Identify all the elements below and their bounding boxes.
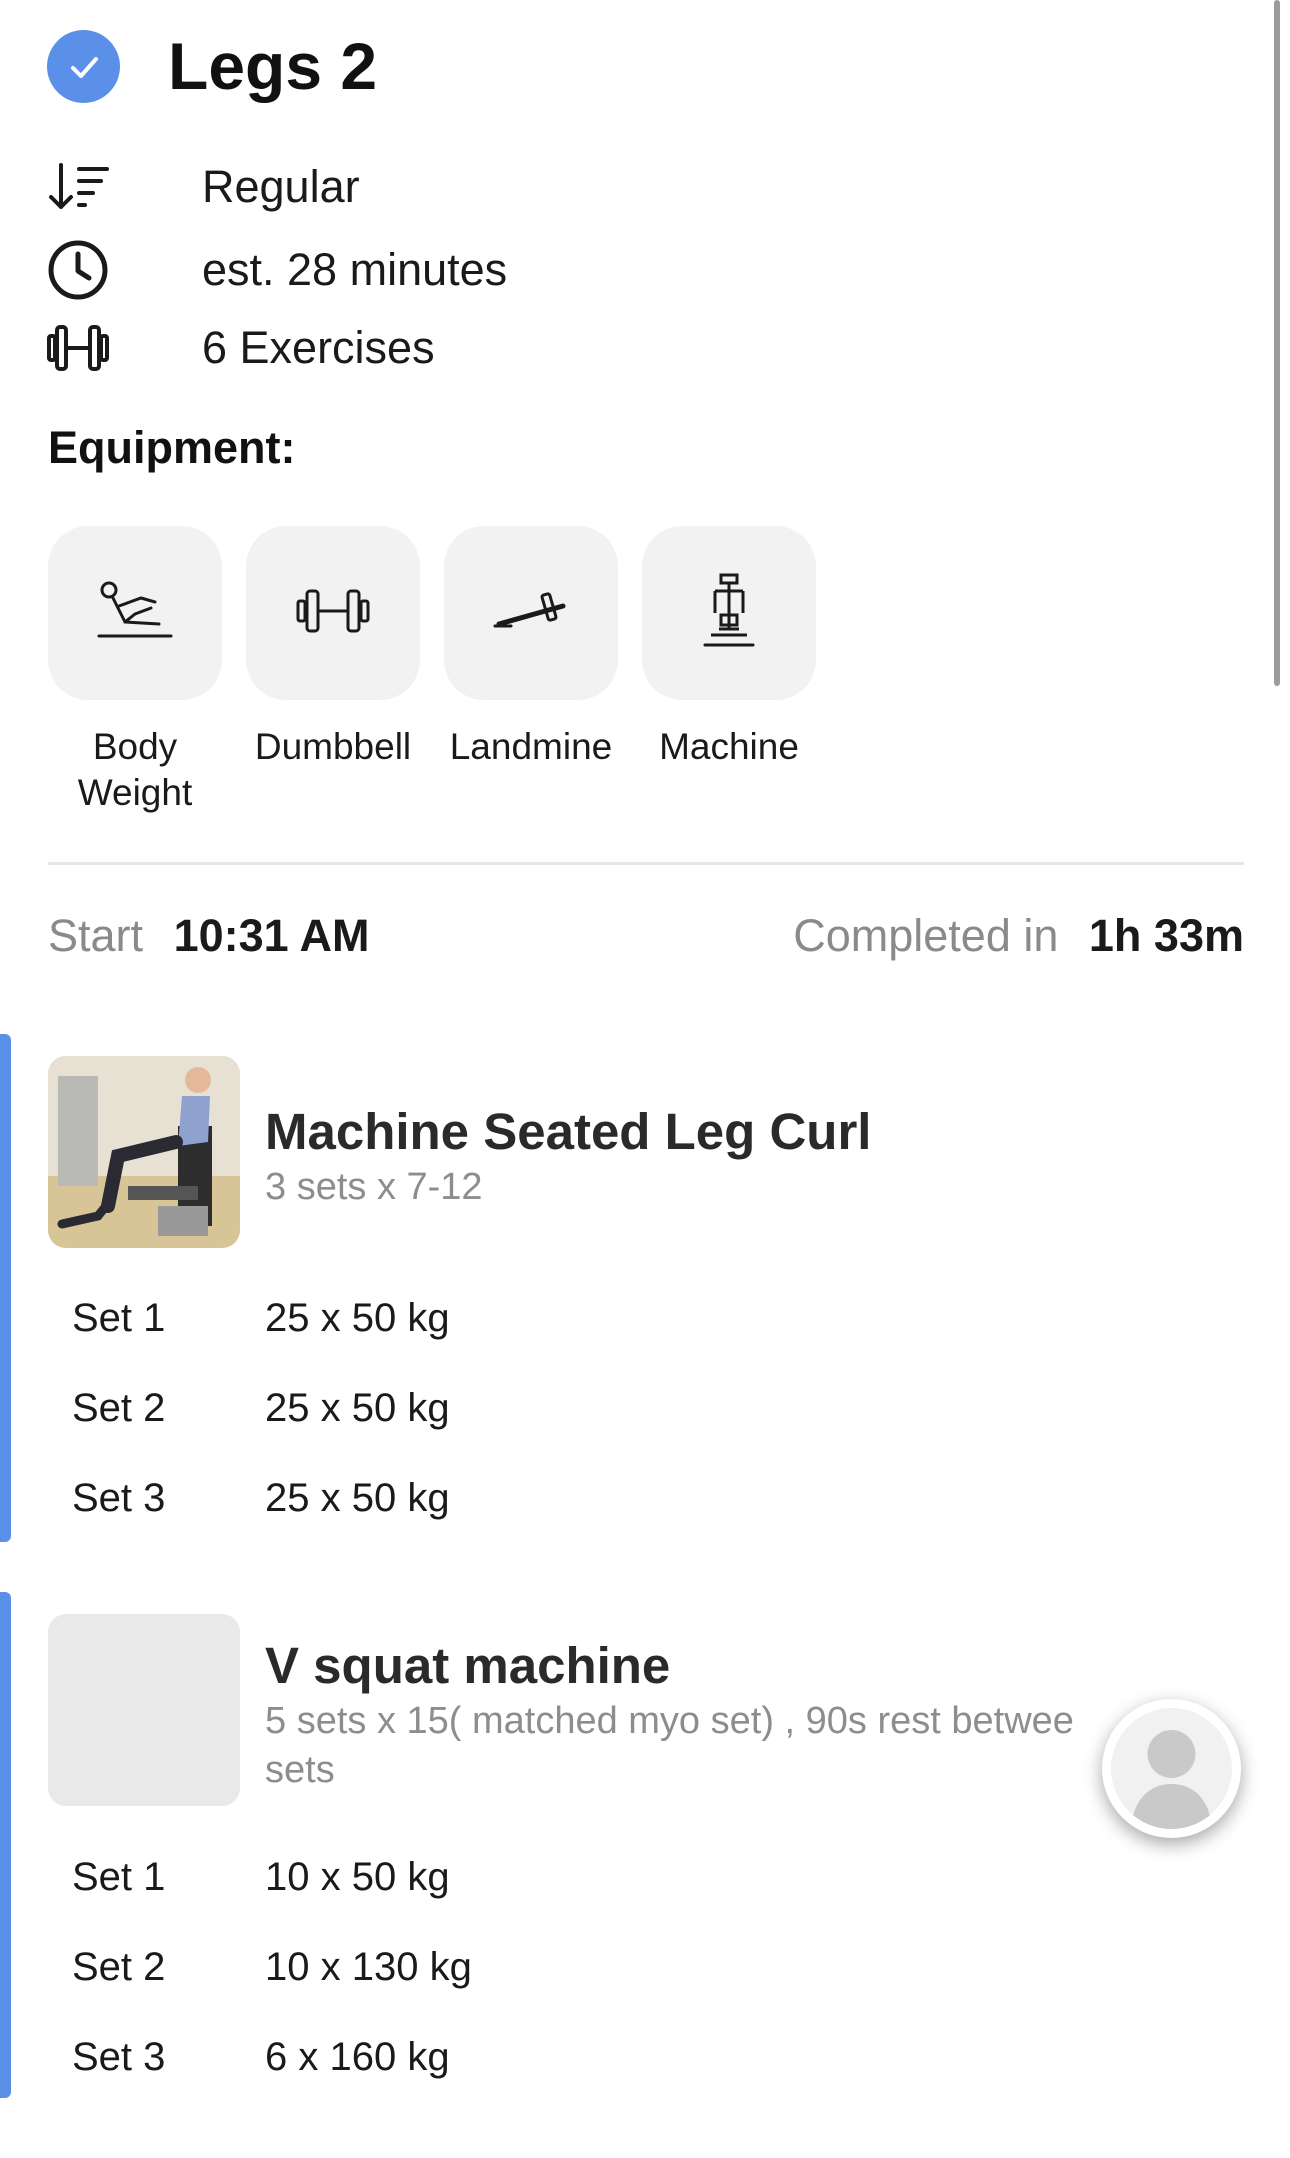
scrollbar[interactable] [1274,0,1280,686]
completed-row: Completed in 1h 33m [793,910,1244,962]
exercise-scheme-continued: sets [265,1749,335,1791]
landmine-icon [491,586,571,641]
completed-time: 1h 33m [1088,910,1244,961]
set-label: Set 2 [72,1945,166,1989]
completed-check-icon [47,30,120,103]
exercise-thumbnail[interactable] [48,1056,240,1248]
exercise-name: Machine Seated Leg Curl [265,1103,872,1160]
avatar-button[interactable] [1102,1699,1241,1838]
exercise-accent-bar [0,1592,11,2098]
exercise-count-row: 6 Exercises [47,318,435,378]
equipment-label-body-weight: Body Weight [77,726,193,813]
set-value: 10 x 50 kg [265,1855,450,1899]
set-value: 6 x 160 kg [265,2035,450,2079]
set-value: 25 x 50 kg [265,1386,450,1430]
completed-label: Completed in [793,910,1059,961]
duration: est. 28 minutes [202,244,508,295]
exercise-count: 6 Exercises [202,322,435,373]
workout-title: Legs 2 [168,29,378,103]
exercise-name: V squat machine [265,1637,671,1694]
exercise-accent-bar [0,1034,11,1542]
divider [48,862,1244,865]
machine-icon [699,571,759,656]
set-value: 25 x 50 kg [265,1476,450,1520]
body-weight-icon [95,576,175,651]
workout-type-row: Regular [47,157,360,217]
equipment-tile-landmine[interactable] [444,526,618,700]
exercise-scheme: 5 sets x 15( matched myo set) , 90s rest… [265,1700,1074,1742]
start-time: 10:31 AM [173,910,370,961]
equipment-tile-dumbbell[interactable] [246,526,420,700]
dumbbell-icon [295,587,371,640]
exercise-scheme: 3 sets x 7-12 [265,1166,483,1208]
workout-type: Regular [202,161,360,212]
start-label: Start [48,910,144,961]
avatar-placeholder-icon [1111,1708,1232,1829]
set-label: Set 3 [72,2035,166,2079]
exercise-thumbnail-placeholder[interactable] [48,1614,240,1806]
set-label: Set 2 [72,1386,166,1430]
dumbbell-icon [47,318,109,378]
equipment-label-landmine: Landmine [449,726,613,767]
duration-row: est. 28 minutes [47,240,507,300]
set-label: Set 1 [72,1296,166,1340]
set-value: 25 x 50 kg [265,1296,450,1340]
set-label: Set 3 [72,1476,166,1520]
start-time-row: Start 10:31 AM [48,910,369,962]
equipment-heading: Equipment: [48,422,296,473]
sort-icon [47,157,109,217]
equipment-tile-body-weight[interactable] [48,526,222,700]
set-value: 10 x 130 kg [265,1945,472,1989]
equipment-tile-machine[interactable] [642,526,816,700]
clock-icon [47,240,109,300]
equipment-label-machine: Machine [659,726,799,767]
set-label: Set 1 [72,1855,166,1899]
equipment-label-dumbbell: Dumbbell [254,726,412,767]
